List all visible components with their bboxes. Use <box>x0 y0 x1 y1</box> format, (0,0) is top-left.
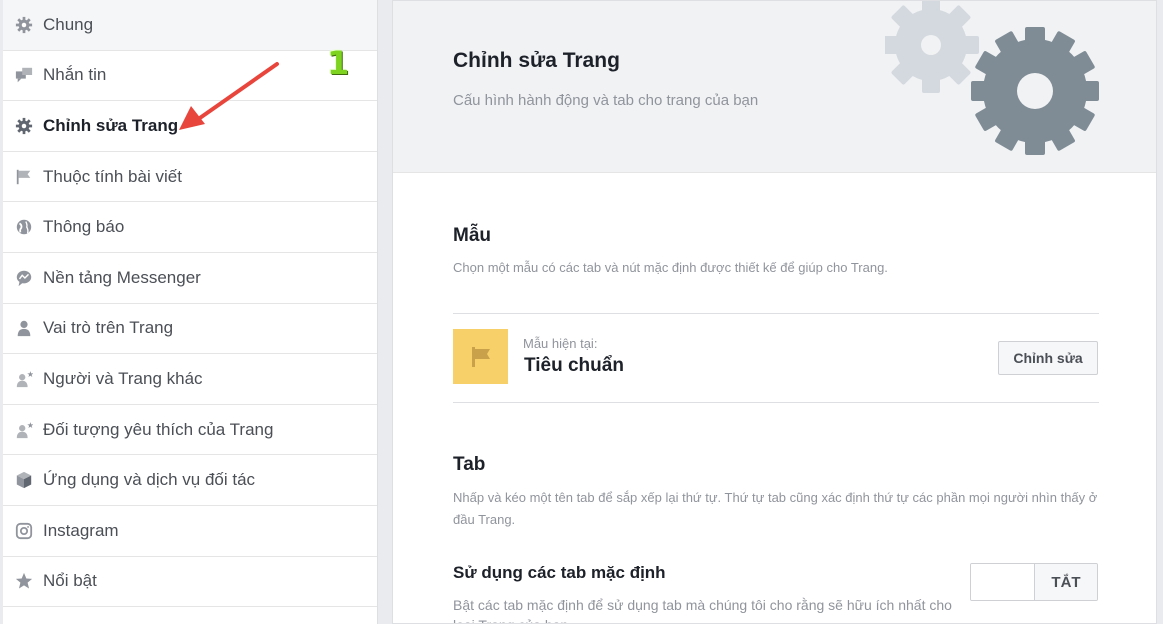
sidebar-item-label: Vai trò trên Trang <box>43 318 174 338</box>
instagram-icon <box>15 522 33 540</box>
sidebar-item-people-and-pages[interactable]: ★ Người và Trang khác <box>3 354 377 405</box>
default-tabs-title: Sử dụng các tab mặc định <box>453 563 666 582</box>
current-template-value: Tiêu chuẩn <box>524 355 624 376</box>
tab-section-title: Tab <box>453 454 486 475</box>
edit-page-panel: Chỉnh sửa Trang Cấu hình hành động và ta… <box>392 0 1157 624</box>
page-title: Chỉnh sửa Trang <box>453 49 620 72</box>
sidebar-item-general[interactable]: Chung <box>3 0 377 51</box>
sidebar-item-label: Thông báo <box>43 217 125 237</box>
current-template-caption: Mẫu hiện tại: <box>523 336 598 351</box>
sidebar-item-page-roles[interactable]: Vai trò trên Trang <box>3 304 377 355</box>
cube-icon <box>15 471 33 489</box>
sidebar-item-messenger-platform[interactable]: Nền tảng Messenger <box>3 253 377 304</box>
svg-text:★: ★ <box>27 370 33 379</box>
tab-section-description: Nhấp và kéo một tên tab để sắp xếp lại t… <box>453 490 1098 527</box>
sidebar-item-partner-apps[interactable]: Ứng dụng và dịch vụ đối tác <box>3 455 377 506</box>
template-section-description: Chọn một mẫu có các tab và nút mặc định … <box>453 260 888 275</box>
template-flag-icon <box>453 329 508 384</box>
person-star-icon: ★ <box>15 421 33 439</box>
sidebar-item-label: Chỉnh sửa Trang <box>43 115 179 135</box>
svg-text:★: ★ <box>27 421 33 430</box>
edit-template-button[interactable]: Chỉnh sửa <box>998 341 1098 375</box>
person-icon <box>15 319 33 337</box>
sidebar-item-label: Chung <box>43 14 94 34</box>
toggle-off-segment[interactable]: TẮT <box>1035 564 1097 600</box>
sidebar-item-featured[interactable]: Nổi bật <box>3 557 377 608</box>
page-header: Chỉnh sửa Trang Cấu hình hành động và ta… <box>393 1 1156 173</box>
default-tabs-description: Bật các tab mặc định để sử dụng tab mà c… <box>453 597 952 623</box>
sidebar-item-label: Nổi bật <box>43 571 97 591</box>
sidebar-item-post-attribution[interactable]: Thuộc tính bài viết <box>3 152 377 203</box>
divider <box>453 313 1099 314</box>
page-subtitle: Cấu hình hành động và tab cho trang của … <box>453 92 759 109</box>
toggle-on-segment[interactable] <box>971 564 1035 600</box>
gear-illustration-large-icon <box>971 27 1099 155</box>
divider <box>453 402 1099 403</box>
sidebar-item-instagram[interactable]: Instagram <box>3 506 377 557</box>
person-star-icon: ★ <box>15 370 33 388</box>
annotation-step-number: 1 <box>327 44 350 82</box>
gear-icon <box>15 16 33 34</box>
sidebar-item-preferred-audience[interactable]: ★ Đối tượng yêu thích của Trang <box>3 405 377 456</box>
sidebar-item-label: Ứng dụng và dịch vụ đối tác <box>43 470 256 490</box>
chat-bubbles-icon <box>15 66 33 84</box>
globe-icon <box>15 218 33 236</box>
sidebar-item-label: Người và Trang khác <box>43 368 203 388</box>
sidebar-item-label: Instagram <box>43 520 119 540</box>
star-icon <box>15 572 33 590</box>
template-section-title: Mẫu <box>453 225 491 246</box>
sidebar-item-label: Đối tượng yêu thích của Trang <box>43 419 274 439</box>
sidebar-item-label: Nền tảng Messenger <box>43 267 201 287</box>
flag-icon <box>15 168 33 186</box>
sidebar-item-notifications[interactable]: Thông báo <box>3 202 377 253</box>
messenger-icon <box>15 269 33 287</box>
sidebar-item-label: Thuộc tính bài viết <box>43 166 182 186</box>
gear-icon <box>15 117 33 135</box>
default-tabs-toggle[interactable]: TẮT <box>970 563 1098 601</box>
annotation-arrow <box>179 62 279 130</box>
sidebar-item-label: Nhắn tin <box>43 65 107 85</box>
